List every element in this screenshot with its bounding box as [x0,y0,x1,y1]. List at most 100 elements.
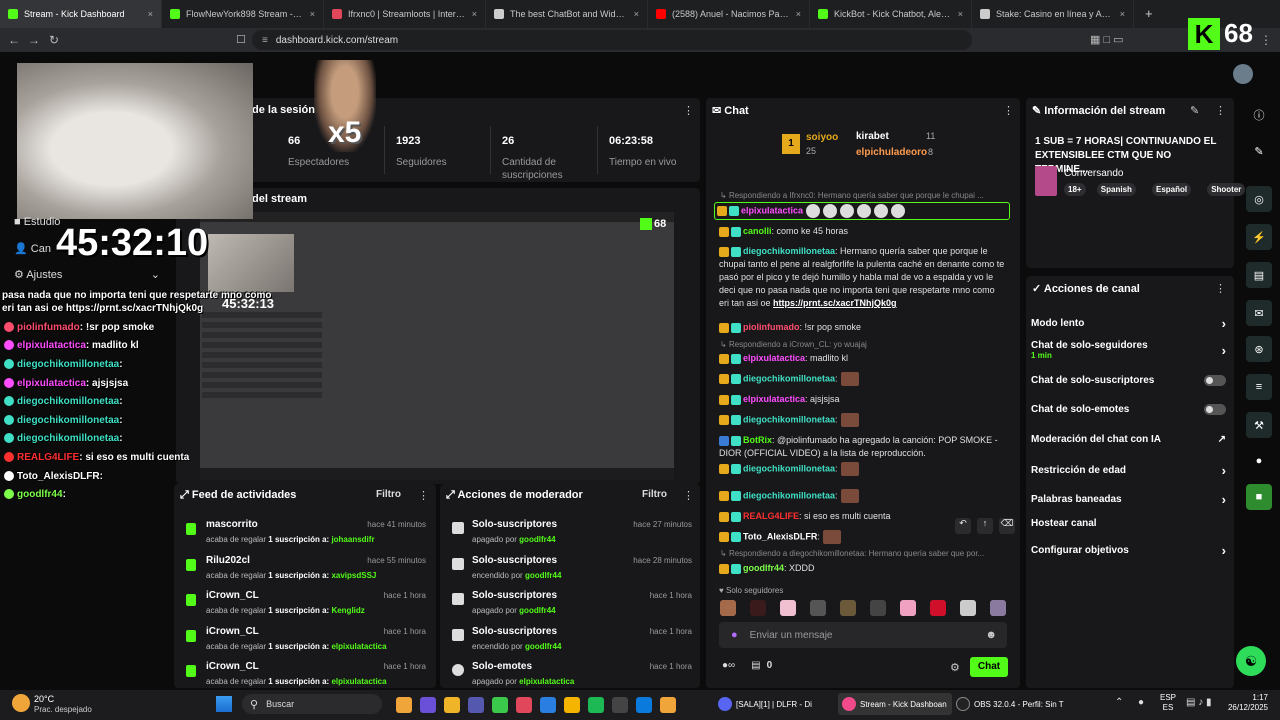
language-indicator[interactable]: ESP ES [1160,693,1176,713]
taskbar-app-browser[interactable]: Stream - Kick Dashboan [838,693,952,715]
chat-message[interactable]: canolli: como ke 45 horas [719,225,1007,238]
mod-action-item[interactable]: Solo-emotes apagado por elpixulatactica ha… [450,660,692,692]
channel-action-item[interactable]: Chat de solo-suscriptores [1031,375,1226,386]
browser-tab[interactable]: The best ChatBot and Widgets for K × [486,0,648,28]
toggle-switch[interactable] [1204,375,1226,386]
menu-dots-icon[interactable]: ⋮ [1260,33,1272,47]
channel-action-item[interactable]: Chat de solo-emotes [1031,404,1226,415]
taskbar-app-icon[interactable] [396,697,412,713]
chat-message[interactable]: elpixulatactica: ajsjsjsa [719,393,1007,406]
mod-action-by[interactable]: goodlfr44 [519,535,555,544]
chat-message[interactable]: goodlfr44: XDDD [719,562,1007,575]
channel-action-item[interactable]: Configurar objetivos › [1031,543,1226,558]
reload-icon[interactable]: ↻ [44,33,64,47]
taskbar-app-icon[interactable] [564,697,580,713]
pencil-icon[interactable]: ✎ [1246,138,1272,164]
tab-close-icon[interactable]: × [1120,9,1125,19]
tag-chip[interactable]: Español [1152,183,1192,196]
new-tab-button[interactable]: + [1145,6,1153,21]
broadcast-icon[interactable]: ⊛ [1246,336,1272,362]
channel-action-item[interactable]: Palabras baneadas › [1031,492,1226,507]
extensions-icon[interactable]: ▦ □ ▭ [1090,33,1124,46]
reply-context[interactable]: ↳ Respondiendo a iCrown_CL: yo wuajaj [720,340,1010,349]
tag-chip[interactable]: Spanish [1096,183,1136,196]
sidebar-item-settings[interactable]: ⚙ Ajustes ⌄ [14,268,160,281]
taskbar-app-obs[interactable]: OBS 32.0.4 - Perfil: Sin T [956,693,1072,715]
emote-button[interactable] [870,600,886,616]
tab-close-icon[interactable]: × [472,9,477,19]
chat-message[interactable]: diegochikomillonetaa: Hermano quería sab… [719,245,1007,310]
site-info-icon[interactable]: ≡ [262,35,268,46]
taskbar-search[interactable]: ⚲ Buscar [242,694,382,714]
browser-tab[interactable]: Ifrxnc0 | Streamloots | Interacciones × [324,0,486,28]
mod-action-by[interactable]: goodlfr44 [519,606,555,615]
activity-target[interactable]: Kenglidz [331,606,364,615]
taskbar-app-icon[interactable] [468,697,484,713]
gift-icon[interactable]: ■ [1246,484,1272,510]
mic-icon[interactable]: ● [731,629,738,641]
activity-filter-button[interactable]: Filtro [376,489,401,500]
emote-button[interactable] [780,600,796,616]
activity-item[interactable]: iCrown_CL acaba de regalar 1 suscripción … [184,589,426,621]
target-icon[interactable]: ◎ [1246,186,1272,212]
taskbar-app-discord[interactable]: [SALA][1] | DLFR - Di [718,693,834,715]
chat-username[interactable]: elpixulatactica [743,353,805,363]
browser-tab[interactable]: Stream - Kick Dashboard × [0,0,162,28]
chat-message[interactable]: diegochikomillonetaa: [719,372,1007,386]
chat-menu-icon[interactable]: ⋮ [1003,104,1014,117]
mod-action-item[interactable]: Solo-suscriptores apagado por goodlfr44 ha… [450,589,692,621]
reply-context[interactable]: ↳ Respondiendo a diegochikomillonetaa: H… [720,549,1010,558]
chat-message[interactable]: BotRix: @piolinfumado ha agregado la can… [719,434,1007,460]
chat-username[interactable]: goodlfr44 [743,563,784,573]
tools-icon[interactable]: ⚒ [1246,412,1272,438]
channel-action-item[interactable]: Chat de solo-seguidores 1 min › [1031,340,1226,360]
chat-input[interactable]: ● Enviar un mensaje ☻ [719,622,1007,648]
chat-message[interactable]: diegochikomillonetaa: [719,489,1007,503]
mod-action-item[interactable]: Solo-suscriptores encendido por goodlfr44… [450,554,692,586]
chat-username[interactable]: REALG4LIFE [743,511,799,521]
tray-chevron-icon[interactable]: ⌃ [1115,697,1123,708]
activity-menu-icon[interactable]: ⋮ [418,489,429,502]
tab-close-icon[interactable]: × [310,9,315,19]
mod-action-item[interactable]: Solo-suscriptores encendido por goodlfr44… [450,625,692,657]
mod-action-item[interactable]: Solo-suscriptores apagado por goodlfr44 ha… [450,518,692,550]
start-icon[interactable] [216,696,232,712]
gift-icon[interactable]: ▤ [751,660,760,671]
channel-action-item[interactable]: Hostear canal [1031,518,1226,529]
emote-button[interactable] [810,600,826,616]
tag-chip[interactable]: 18+ [1064,183,1086,196]
bookmark-icon[interactable]: ☐ [236,33,246,46]
edit-icon[interactable]: ✎ [1190,104,1199,117]
chat-message[interactable]: Toto_AlexisDLFR: [719,530,1007,544]
support-chat-button[interactable]: ☯ [1236,646,1266,676]
browser-tab[interactable]: Stake: Casino en línea y Apuestas De × [972,0,1134,28]
emote-button[interactable] [750,600,766,616]
emote-button[interactable] [900,600,916,616]
chat-username[interactable]: diegochikomillonetaa [743,490,835,500]
taskbar-app-icon[interactable] [492,697,508,713]
mic-tray-icon[interactable]: ● [1138,697,1144,708]
activity-target[interactable]: johaansdifr [331,535,374,544]
list-icon[interactable]: ≡ [1246,374,1272,400]
weather-icon[interactable] [12,694,30,712]
chat-username[interactable]: diegochikomillonetaa [743,463,835,473]
channel-action-item[interactable]: Modo lento › [1031,316,1226,331]
forward-icon[interactable]: → [24,33,44,47]
address-bar[interactable]: ≡ dashboard.kick.com/stream [252,30,972,50]
browser-tab[interactable]: FlowNewYork898 Stream - Watch Li × [162,0,324,28]
chat-username[interactable]: BotRix [743,435,772,445]
taskbar-app-icon[interactable] [516,697,532,713]
chat-message[interactable]: REALG4LIFE: si eso es multi cuenta [719,510,1007,523]
back-icon[interactable]: ← [4,33,24,47]
chat-message[interactable]: elpixulatactica [714,202,1010,220]
chat-username[interactable]: Toto_AlexisDLFR [743,531,817,541]
tab-close-icon[interactable]: × [148,9,153,19]
chat-username[interactable]: elpixulatactica [743,394,805,404]
mod-action-by[interactable]: goodlfr44 [525,642,561,651]
chat-message[interactable]: diegochikomillonetaa: [719,413,1007,427]
chat-link[interactable]: https://prnt.sc/xacrTNhjQk0g [773,298,897,308]
activity-item[interactable]: Rilu202cl acaba de regalar 1 suscripción … [184,554,426,586]
chat-message[interactable]: piolinfumado: !sr pop smoke [719,321,1007,334]
toggle-switch[interactable] [1204,404,1226,415]
taskbar-app-icon[interactable] [540,697,556,713]
